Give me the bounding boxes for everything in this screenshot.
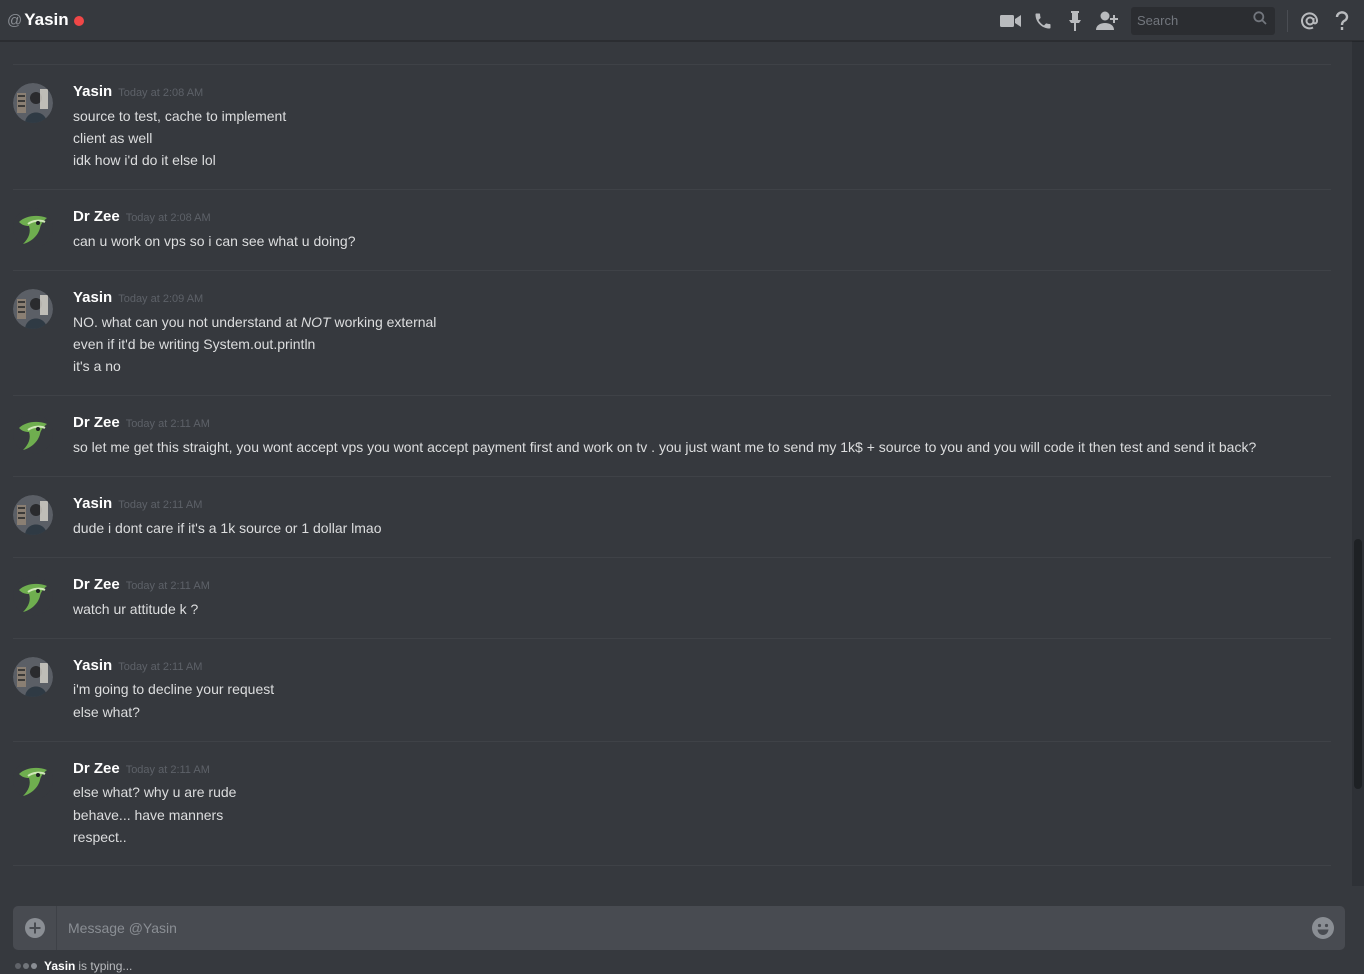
message-text: else what?: [73, 704, 140, 720]
message-text: dude i dont care if it's a 1k source or …: [73, 520, 382, 536]
message-group: Dr Zee Today at 2:11 AM watch ur attitud…: [13, 558, 1331, 639]
message-text: so let me get this straight, you wont ac…: [73, 439, 1257, 455]
avatar-dr-zee[interactable]: [13, 414, 53, 454]
message-group-cutoff: [13, 41, 1331, 65]
search-input[interactable]: [1137, 13, 1237, 28]
message-text: source to test, cache to implement: [73, 108, 287, 124]
message-list[interactable]: Yasin Today at 2:08 AM source to test, c…: [0, 41, 1352, 886]
dnd-status-badge: [73, 15, 84, 26]
timestamp: Today at 2:09 AM: [118, 293, 204, 305]
typing-text: is typing...: [78, 958, 133, 973]
scrollbar-thumb[interactable]: [1354, 539, 1362, 789]
author-name[interactable]: Dr Zee: [73, 208, 120, 225]
message-group: Yasin Today at 2:09 AM NO. what can you …: [13, 271, 1331, 396]
timestamp: Today at 2:11 AM: [125, 764, 210, 776]
message-group: Yasin Today at 2:08 AM source to test, c…: [13, 65, 1331, 190]
plus-circle-icon: [24, 918, 45, 938]
avatar-yasin[interactable]: [13, 289, 53, 329]
author-name[interactable]: Yasin: [73, 83, 112, 100]
timestamp: Today at 2:11 AM: [125, 418, 210, 430]
message-input[interactable]: [68, 920, 1301, 936]
message-text: can u work on vps so i can see what u do…: [73, 233, 356, 249]
avatar-dr-zee[interactable]: [13, 576, 53, 616]
timestamp: Today at 2:08 AM: [125, 212, 211, 224]
avatar-dr-zee[interactable]: [13, 760, 53, 800]
author-name[interactable]: Dr Zee: [73, 576, 120, 593]
voice-call-icon[interactable]: [1027, 5, 1059, 37]
message-text: it's a no: [73, 358, 121, 374]
author-name[interactable]: Yasin: [73, 289, 112, 306]
avatar-yasin[interactable]: [13, 657, 53, 697]
add-friend-icon[interactable]: [1091, 5, 1123, 37]
pin-icon[interactable]: [1059, 5, 1091, 37]
message-group: Yasin Today at 2:11 AM i'm going to decl…: [13, 639, 1331, 742]
avatar-dr-zee[interactable]: [13, 208, 53, 248]
emoji-button[interactable]: [1301, 906, 1345, 950]
message-text: behave... have manners: [73, 807, 224, 823]
scrollbar-track[interactable]: [1352, 41, 1364, 886]
message-group: Dr Zee Today at 2:11 AM so let me get th…: [13, 396, 1331, 477]
timestamp: Today at 2:11 AM: [118, 661, 203, 673]
message-text: idk how i'd do it else lol: [73, 152, 216, 168]
header-divider: [1287, 9, 1288, 32]
search-icon: [1253, 11, 1267, 30]
channel-header: @ Yasin: [0, 0, 1364, 41]
message-text: watch ur attitude k ?: [73, 601, 199, 617]
author-name[interactable]: Yasin: [73, 495, 112, 512]
at-symbol-icon: @: [7, 11, 23, 29]
typing-user: Yasin: [44, 958, 76, 973]
message-group: Dr Zee Today at 2:08 AM can u work on vp…: [13, 190, 1331, 271]
timestamp: Today at 2:08 AM: [118, 87, 204, 99]
timestamp: Today at 2:11 AM: [125, 580, 210, 592]
help-icon[interactable]: [1326, 5, 1358, 37]
typing-dots-icon: [15, 962, 39, 969]
author-name[interactable]: Dr Zee: [73, 414, 120, 431]
emoji-icon: [1312, 917, 1334, 939]
message-text: i'm going to decline your request: [73, 681, 275, 697]
page-title[interactable]: Yasin: [24, 10, 68, 30]
message-composer: [13, 906, 1345, 950]
message-text: respect..: [73, 829, 127, 845]
author-name[interactable]: Yasin: [73, 657, 112, 674]
author-name[interactable]: Dr Zee: [73, 760, 120, 777]
avatar-yasin[interactable]: [13, 83, 53, 123]
timestamp: Today at 2:11 AM: [118, 499, 203, 511]
message-text: else what? why u are rude: [73, 784, 237, 800]
avatar-yasin[interactable]: [13, 495, 53, 535]
mention-icon[interactable]: [1294, 5, 1326, 37]
message-text: NO. what can you not understand at NOT w…: [73, 314, 437, 330]
emphasis-text: NOT: [301, 314, 331, 330]
search-input-container[interactable]: [1131, 6, 1275, 35]
video-call-icon[interactable]: [995, 5, 1027, 37]
typing-indicator: Yasin is typing...: [15, 957, 132, 974]
message-group: Yasin Today at 2:11 AM dude i dont care …: [13, 477, 1331, 558]
message-group: Dr Zee Today at 2:11 AM else what? why u…: [13, 742, 1331, 866]
message-text: even if it'd be writing System.out.print…: [73, 336, 316, 352]
message-text: client as well: [73, 130, 153, 146]
upload-button[interactable]: [13, 906, 57, 950]
